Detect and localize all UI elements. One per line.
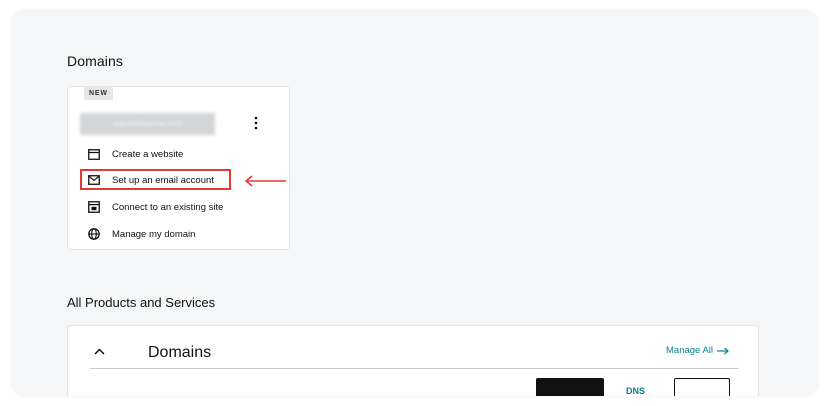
domains-section-title: Domains (67, 53, 123, 69)
action-setup-email[interactable]: Set up an email account (80, 169, 214, 191)
products-card-title: Domains (148, 344, 212, 361)
dns-link[interactable]: DNS (626, 386, 645, 396)
link-site-icon (87, 200, 101, 214)
action-label: Connect to an existing site (112, 201, 224, 213)
domain-card: NEW supreethkumar.com Create a website S… (67, 86, 290, 250)
all-products-title: All Products and Services (67, 295, 216, 310)
action-create-website[interactable]: Create a website (80, 143, 183, 165)
collapse-chevron-up-icon[interactable] (90, 342, 108, 360)
page-frame: Domains NEW supreethkumar.com Create a w… (12, 10, 818, 396)
dark-action-button[interactable] (536, 378, 604, 396)
manage-all-link[interactable]: Manage All (666, 345, 729, 356)
action-label: Set up an email account (112, 174, 214, 186)
manage-all-label: Manage All (666, 345, 714, 356)
action-connect-site[interactable]: Connect to an existing site (80, 196, 223, 218)
annotation-arrow-icon (244, 174, 288, 192)
arrow-right-icon (717, 347, 729, 354)
envelope-icon (87, 173, 101, 187)
action-label: Manage my domain (112, 228, 196, 240)
globe-icon (87, 227, 101, 241)
action-label: Create a website (112, 148, 184, 160)
divider (90, 368, 739, 369)
outline-action-button[interactable] (674, 378, 730, 396)
action-manage-domain[interactable]: Manage my domain (80, 223, 195, 245)
browser-window-icon (87, 147, 101, 161)
domain-name-blurred[interactable]: supreethkumar.com (80, 113, 215, 135)
more-options-icon[interactable] (248, 111, 264, 135)
products-card: Domains Manage All DNS (67, 325, 759, 396)
new-badge: NEW (84, 87, 113, 100)
